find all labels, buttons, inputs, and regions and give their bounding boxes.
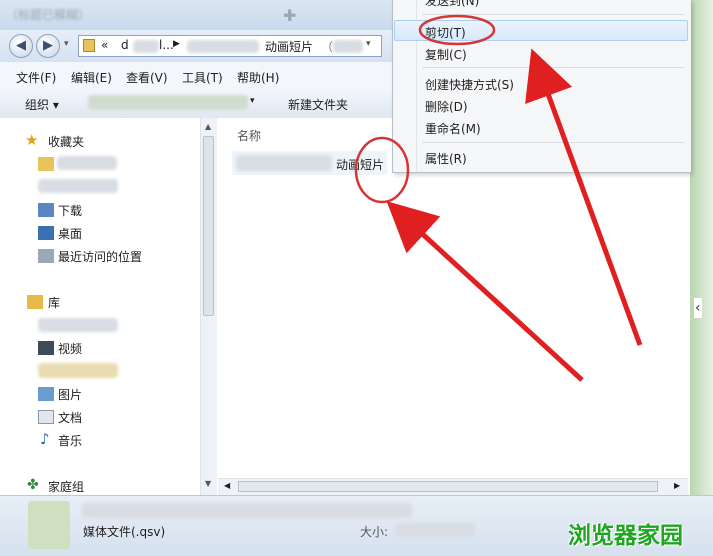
annotation-layer — [354, 14, 643, 382]
annotation-arrow-to-cut — [525, 48, 643, 346]
annotation-arrow-to-file — [386, 201, 584, 382]
annotation-circle-cut — [418, 14, 496, 46]
annotation-circle-file — [354, 136, 410, 204]
watermark-text: 浏览器家园 — [568, 523, 683, 549]
